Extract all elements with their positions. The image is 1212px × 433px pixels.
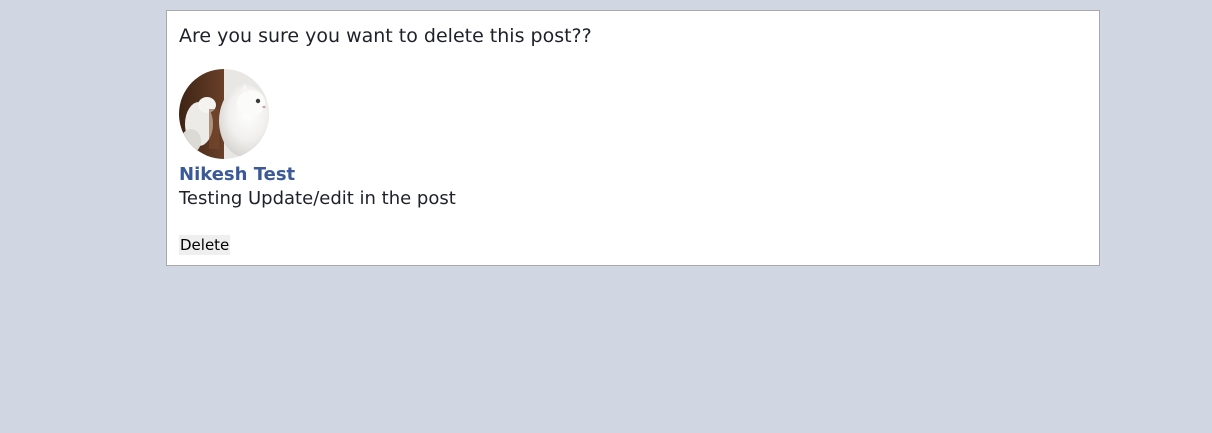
avatar-image bbox=[179, 69, 269, 159]
confirmation-prompt: Are you sure you want to delete this pos… bbox=[179, 25, 592, 47]
delete-confirmation-card: Are you sure you want to delete this pos… bbox=[166, 10, 1100, 266]
delete-button[interactable]: Delete bbox=[179, 235, 231, 255]
post-author-name[interactable]: Nikesh Test bbox=[179, 164, 295, 185]
author-avatar[interactable] bbox=[179, 69, 269, 159]
post-text: Testing Update/edit in the post bbox=[179, 188, 456, 209]
